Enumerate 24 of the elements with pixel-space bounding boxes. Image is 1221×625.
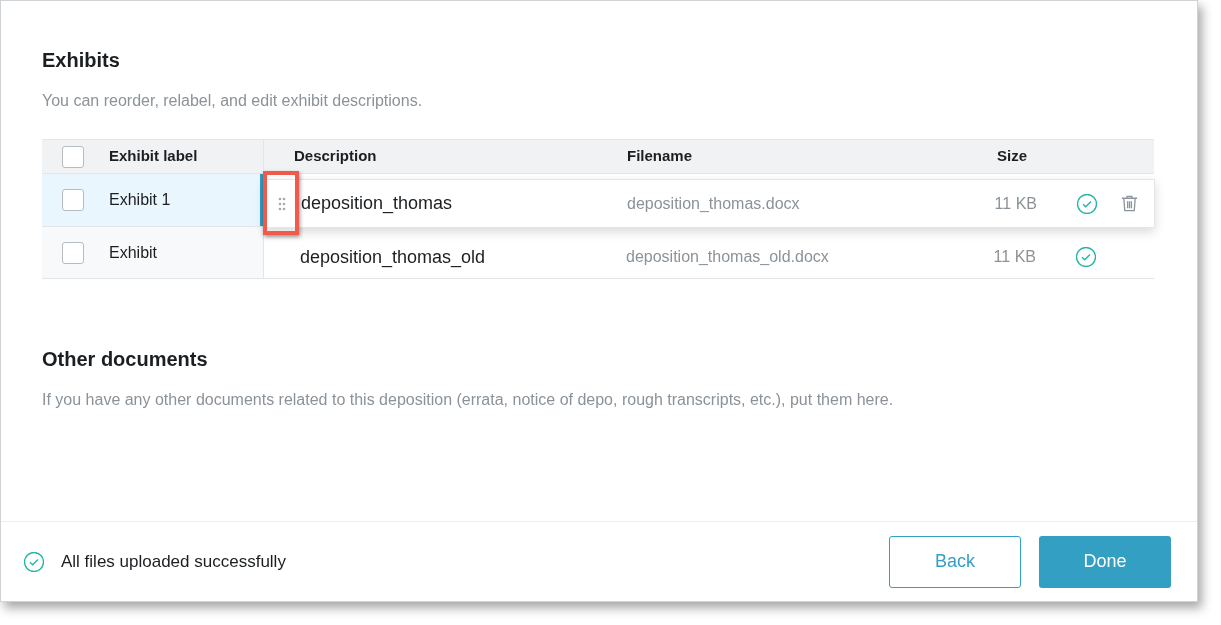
section-title: Other documents xyxy=(42,347,209,372)
checkbox[interactable] xyxy=(62,145,84,168)
checkbox[interactable] xyxy=(62,241,84,264)
drag-handle-icon[interactable] xyxy=(278,196,286,211)
column-header: Description xyxy=(294,146,378,167)
column-header: Size xyxy=(996,146,1027,167)
filename-text: deposition_thomas_old.docx xyxy=(626,246,830,267)
exhibit-label: Exhibit xyxy=(109,242,158,263)
exhibit-label: Exhibit 1 xyxy=(109,190,171,210)
description-text: deposition_thomas_old xyxy=(300,246,487,270)
trash-icon[interactable] xyxy=(1120,194,1139,213)
size-text: 11 KB xyxy=(993,193,1037,214)
section-description: If you have any other documents related to this deposition (errata, notice of depo, rough transcripts, etc.), put them here. xyxy=(42,390,895,410)
label-cell[interactable]: Exhibit xyxy=(42,227,264,278)
checkbox[interactable] xyxy=(62,189,84,211)
column-header: Exhibit label xyxy=(109,146,198,167)
section-title: Exhibits xyxy=(42,48,121,73)
section-description: You can reorder, relabel, and edit exhibit descriptions. xyxy=(42,91,424,111)
column-header: Filename xyxy=(627,146,694,167)
filename-text: deposition_thomas.docx xyxy=(627,193,801,214)
drop-indicator xyxy=(260,174,264,226)
description-text[interactable]: deposition_thomas xyxy=(301,190,627,217)
size-text: 11 KB xyxy=(992,246,1036,267)
status-text: All files uploaded successfully xyxy=(61,550,286,573)
